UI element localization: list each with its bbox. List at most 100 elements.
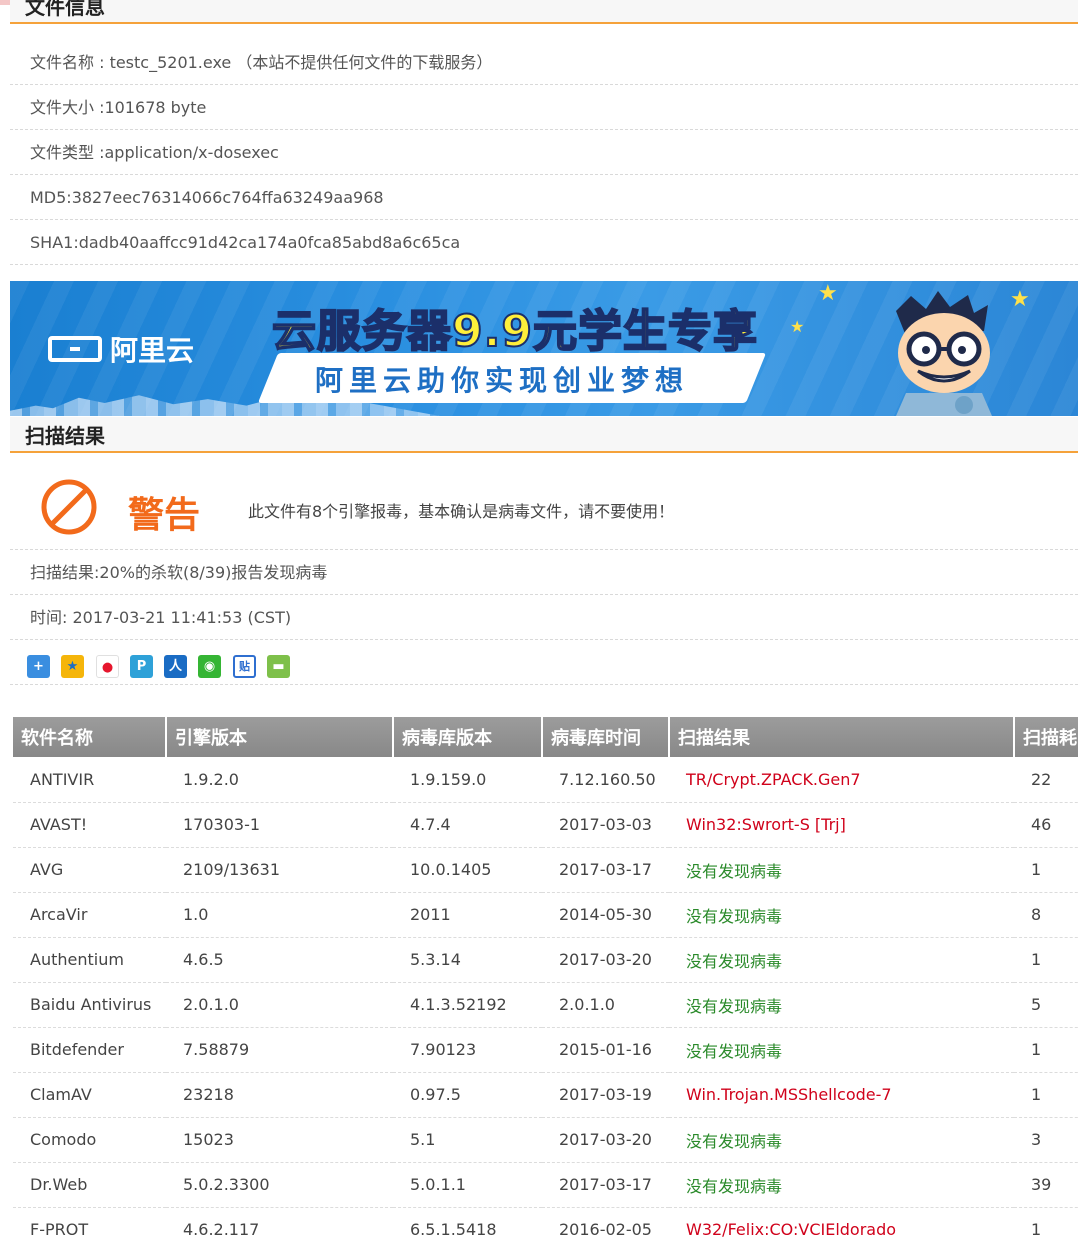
cell-engine-version: 23218 [166, 1072, 393, 1118]
cell-db-time: 2017-03-19 [542, 1072, 669, 1118]
weibo-icon[interactable]: ● [96, 655, 119, 678]
cell-software: ANTIVIR [13, 757, 166, 803]
col-header-db-time[interactable]: 病毒库时间 [542, 717, 670, 757]
cell-duration: 1 [1014, 937, 1078, 983]
col-header-engine-version[interactable]: 引擎版本 [166, 717, 394, 757]
cell-duration: 5 [1014, 982, 1078, 1028]
aliyun-logo-icon [48, 336, 102, 362]
cell-result: 没有发现病毒 [669, 937, 1014, 983]
md5-row: MD5:3827eec76314066c764ffa63249aa968 [10, 175, 1078, 220]
cell-software: Authentium [13, 937, 166, 983]
col-header-db-version[interactable]: 病毒库版本 [393, 717, 543, 757]
file-type-row: 文件类型 :application/x-dosexec [10, 130, 1078, 175]
cell-duration: 8 [1014, 892, 1078, 938]
ad-banner[interactable]: 阿里云 云服务器9.9元学生专享 阿里云助你实现创业梦想 ★ ★ ★ [10, 281, 1078, 416]
scan-result-title: 扫描结果 [25, 424, 105, 448]
table-row: AVG 2109/13631 10.0.1405 2017-03-17 没有发现… [13, 847, 1078, 893]
mascot-icon [896, 291, 992, 416]
cell-software: ArcaVir [13, 892, 166, 938]
aliyun-logo-text: 阿里云 [110, 334, 195, 367]
wechat-icon[interactable]: ◉ [198, 655, 221, 678]
cell-result: TR/Crypt.ZPACK.Gen7 [669, 757, 1014, 803]
star-icon: ★ [818, 281, 838, 306]
cell-result: 没有发现病毒 [669, 1117, 1014, 1163]
tencent-weibo-icon[interactable]: P [130, 655, 153, 678]
col-header-software[interactable]: 软件名称 [13, 717, 167, 757]
file-name-row: 文件名称 : testc_5201.exe （本站不提供任何文件的下载服务） [10, 40, 1078, 85]
star-icon: ★ [790, 317, 805, 336]
cell-db-version: 5.3.14 [393, 937, 542, 983]
col-header-duration[interactable]: 扫描耗时 [1014, 717, 1078, 757]
cell-software: AVAST! [13, 802, 166, 848]
cell-duration: 46 [1014, 802, 1078, 848]
cell-software: Baidu Antivirus [13, 982, 166, 1028]
cell-result: 没有发现病毒 [669, 1027, 1014, 1073]
cell-engine-version: 4.6.5 [166, 937, 393, 983]
cell-db-version: 5.0.1.1 [393, 1162, 542, 1208]
table-row: Bitdefender 7.58879 7.90123 2015-01-16 没… [13, 1027, 1078, 1073]
cell-db-version: 4.7.4 [393, 802, 542, 848]
table-row: Comodo 15023 5.1 2017-03-20 没有发现病毒 3 [13, 1117, 1078, 1163]
scan-time-row: 时间: 2017-03-21 11:41:53 (CST) [10, 595, 1078, 640]
cell-engine-version: 5.0.2.3300 [166, 1162, 393, 1208]
cell-duration: 1 [1014, 1072, 1078, 1118]
cell-duration: 1 [1014, 1027, 1078, 1073]
cell-db-version: 5.1 [393, 1117, 542, 1163]
scan-results-table: 软件名称 引擎版本 病毒库版本 病毒库时间 扫描结果 扫描耗时 ANTIVIR … [13, 717, 1078, 1245]
cell-db-time: 2017-03-03 [542, 802, 669, 848]
more-share-icon[interactable]: ▬ [267, 655, 290, 678]
cell-software: Comodo [13, 1117, 166, 1163]
cell-db-time: 2017-03-20 [542, 937, 669, 983]
warning-label: 警告 [128, 495, 201, 536]
file-info-title: 文件信息 [25, 0, 105, 19]
banner-subline: 阿里云助你实现创业梦想 [315, 364, 690, 397]
cell-db-version: 7.90123 [393, 1027, 542, 1073]
cell-result: 没有发现病毒 [669, 847, 1014, 893]
cell-result: 没有发现病毒 [669, 1162, 1014, 1208]
cell-db-time: 2017-03-20 [542, 1117, 669, 1163]
cell-db-version: 6.5.1.5418 [393, 1207, 542, 1245]
cell-db-time: 2016-02-05 [542, 1207, 669, 1245]
renren-icon[interactable]: 人 [164, 655, 187, 678]
table-row: Baidu Antivirus 2.0.1.0 4.1.3.52192 2.0.… [13, 982, 1078, 1028]
cell-duration: 3 [1014, 1117, 1078, 1163]
cell-db-version: 2011 [393, 892, 542, 938]
tieba-icon[interactable]: 贴 [233, 655, 256, 678]
cell-result: Win32:Swrort-S [Trj] [669, 802, 1014, 848]
cell-db-version: 1.9.159.0 [393, 757, 542, 803]
cell-duration: 1 [1014, 1207, 1078, 1245]
cell-db-version: 4.1.3.52192 [393, 982, 542, 1028]
cell-result: Win.Trojan.MSShellcode-7 [669, 1072, 1014, 1118]
cell-software: AVG [13, 847, 166, 893]
col-header-result[interactable]: 扫描结果 [669, 717, 1015, 757]
scan-result-header: 扫描结果 [10, 417, 1078, 453]
cell-duration: 22 [1014, 757, 1078, 803]
cell-software: F-PROT [13, 1207, 166, 1245]
table-row: Dr.Web 5.0.2.3300 5.0.1.1 2017-03-17 没有发… [13, 1162, 1078, 1208]
aliyun-logo: 阿里云 [48, 329, 194, 369]
cell-result: 没有发现病毒 [669, 982, 1014, 1028]
table-row: AVAST! 170303-1 4.7.4 2017-03-03 Win32:S… [13, 802, 1078, 848]
cell-software: ClamAV [13, 1072, 166, 1118]
cell-engine-version: 2.0.1.0 [166, 982, 393, 1028]
cell-engine-version: 4.6.2.117 [166, 1207, 393, 1245]
cell-engine-version: 15023 [166, 1117, 393, 1163]
cell-db-time: 2.0.1.0 [542, 982, 669, 1028]
star-icon: ★ [1010, 287, 1030, 312]
qq-zone-icon[interactable]: ★ [61, 655, 84, 678]
cell-engine-version: 2109/13631 [166, 847, 393, 893]
cell-software: Dr.Web [13, 1162, 166, 1208]
file-info-header: 文件信息 [10, 0, 1078, 24]
table-row: Authentium 4.6.5 5.3.14 2017-03-20 没有发现病… [13, 937, 1078, 983]
table-row: ArcaVir 1.0 2011 2014-05-30 没有发现病毒 8 [13, 892, 1078, 938]
cell-db-time: 2014-05-30 [542, 892, 669, 938]
cell-db-version: 0.97.5 [393, 1072, 542, 1118]
cell-db-time: 2017-03-17 [542, 1162, 669, 1208]
cell-result: 没有发现病毒 [669, 892, 1014, 938]
qzone-add-icon[interactable]: + [27, 655, 50, 678]
banner-headline: 云服务器9.9元学生专享 [271, 305, 758, 358]
cell-db-version: 10.0.1405 [393, 847, 542, 893]
file-size-row: 文件大小 :101678 byte [10, 85, 1078, 130]
cell-engine-version: 1.0 [166, 892, 393, 938]
cell-engine-version: 7.58879 [166, 1027, 393, 1073]
